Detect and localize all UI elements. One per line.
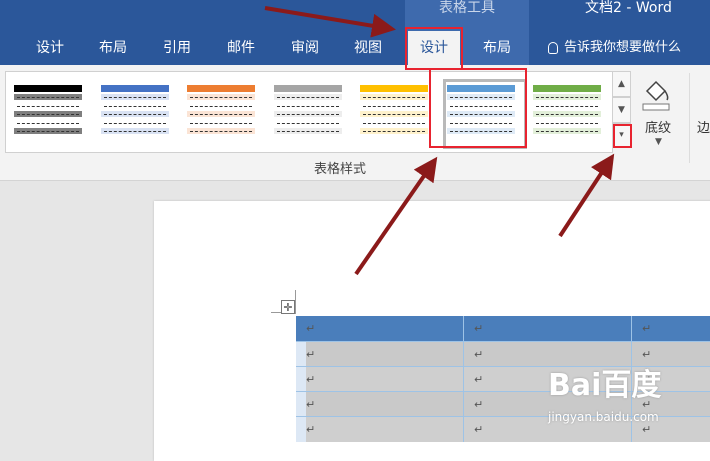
arrow-to-selected-style — [354, 156, 438, 276]
baidu-watermark-logo: Bai百度 — [548, 368, 662, 403]
baidu-watermark-url: jingyan.baidu.com — [548, 410, 659, 424]
arrow-to-design-tab — [264, 6, 396, 38]
arrow-to-more-button — [558, 153, 615, 238]
